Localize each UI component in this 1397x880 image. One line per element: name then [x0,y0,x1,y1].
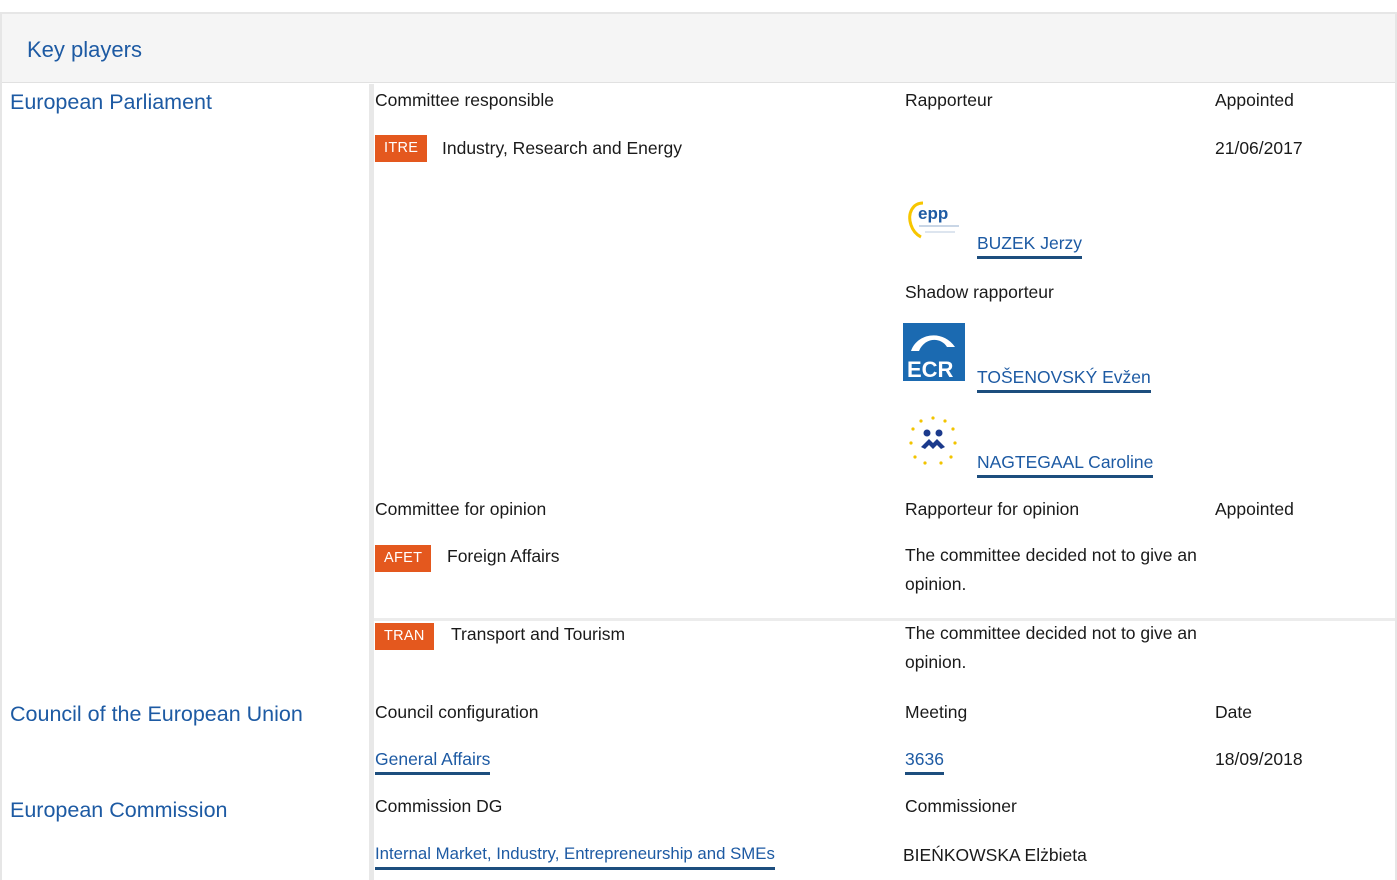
col-date: Date [1215,702,1252,722]
section-council: Council of the European Union [10,702,303,726]
col-commission-dg: Commission DG [375,796,503,816]
col-meeting: Meeting [905,702,968,722]
badge-afet: AFET [375,545,432,572]
appointed-date: 21/06/2017 [1215,138,1303,158]
commission-dg-link[interactable]: Internal Market, Industry, Entrepreneurs… [375,844,775,870]
epp-logo-icon: epp [903,193,965,249]
row-separator [374,618,1395,621]
committee-name-afet: Foreign Affairs [447,546,560,566]
key-players-header: Key players [2,14,1395,83]
column-divider [369,84,374,880]
key-players-title: Key players [27,37,142,62]
badge-itre: ITRE [375,135,428,162]
col-appointed: Appointed [1215,90,1294,110]
epp-logo-text: epp [918,204,948,223]
council-configuration-link[interactable]: General Affairs [375,749,491,775]
rapporteur-link-buzek[interactable]: BUZEK Jerzy [977,233,1083,259]
renew-logo-icon [903,413,965,469]
col-committee-for-opinion: Committee for opinion [375,499,547,519]
committee-name-itre: Industry, Research and Energy [442,138,682,158]
col-appointed-opinion: Appointed [1215,499,1294,519]
ecr-logo-text: ECR [907,357,954,381]
commissioner-name: BIEŃKOWSKA Elżbieta [903,845,1087,865]
shadow-link-tosenovsky[interactable]: TOŠENOVSKÝ Evžen [977,367,1151,393]
col-council-configuration: Council configuration [375,702,539,722]
key-players-panel [0,12,1397,880]
ecr-logo-icon: ECR [903,323,965,382]
section-commission: European Commission [10,798,228,822]
council-meeting-link[interactable]: 3636 [905,749,944,775]
badge-tran: TRAN [375,623,434,650]
col-committee-responsible: Committee responsible [375,90,554,110]
opinion-note-afet: The committee decided not to give an opi… [905,545,1197,594]
section-european-parliament: European Parliament [10,90,212,114]
col-rapporteur: Rapporteur [905,90,993,110]
opinion-note-tran: The committee decided not to give an opi… [905,623,1197,672]
shadow-link-nagtegaal[interactable]: NAGTEGAAL Caroline [977,452,1154,478]
committee-name-tran: Transport and Tourism [451,624,626,644]
col-commissioner: Commissioner [905,796,1017,816]
council-date: 18/09/2018 [1215,749,1303,769]
shadow-rapporteur-label: Shadow rapporteur [905,282,1054,302]
col-rapporteur-for-opinion: Rapporteur for opinion [905,499,1080,519]
